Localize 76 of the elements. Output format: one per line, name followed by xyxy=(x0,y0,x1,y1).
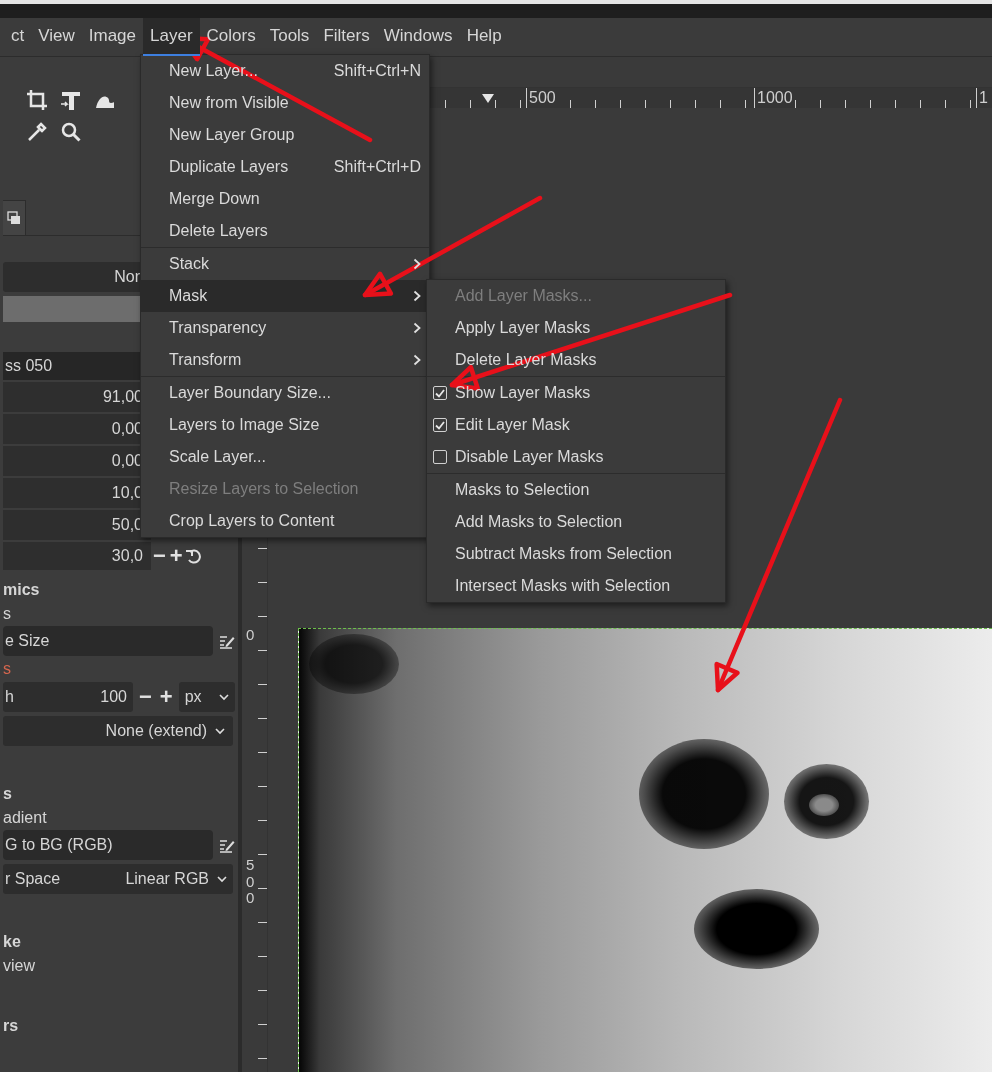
unit-dropdown[interactable]: px xyxy=(178,682,235,712)
dropdown[interactable]: r Space Linear RGB xyxy=(3,864,233,894)
option-label: s xyxy=(3,605,11,623)
unit-value: px xyxy=(184,688,202,706)
option-label: s xyxy=(3,659,11,679)
images-icon xyxy=(7,211,21,225)
chevron-right-icon xyxy=(413,258,421,270)
menu-item[interactable]: Masks to Selection xyxy=(427,474,725,506)
menu-item[interactable]: Edit Layer Mask xyxy=(427,409,725,441)
edit-icon xyxy=(219,633,235,649)
menu-item[interactable]: New Layer Group xyxy=(141,119,429,151)
field-label: h xyxy=(5,688,14,706)
resource-field[interactable]: e Size xyxy=(3,626,213,656)
dropdown[interactable]: None (extend) xyxy=(3,716,233,746)
menu-item[interactable]: Image xyxy=(81,18,144,56)
menu-item[interactable]: Add Masks to Selection xyxy=(427,506,725,538)
menu-item[interactable]: Delete Layers xyxy=(141,215,429,247)
dropdown-value: Nor xyxy=(114,268,140,286)
menu-item[interactable]: Filters xyxy=(316,18,377,56)
menu-item[interactable]: Transparency xyxy=(141,312,429,344)
decrement-button[interactable]: − xyxy=(137,686,154,708)
ruler-label: 1 xyxy=(976,88,988,108)
menu-item[interactable]: Mask xyxy=(141,280,429,312)
chevron-right-icon xyxy=(413,322,421,334)
number-field[interactable]: 30,0 xyxy=(3,542,151,570)
checkbox[interactable] xyxy=(433,418,447,432)
decrement-button[interactable]: − xyxy=(151,545,168,567)
section-heading: rs xyxy=(3,1016,19,1036)
menu-item[interactable]: Disable Layer Masks xyxy=(427,441,725,473)
increment-button[interactable]: + xyxy=(157,686,175,708)
menu-item[interactable]: Intersect Masks with Selection xyxy=(427,570,725,602)
section-heading: ke xyxy=(3,932,21,952)
menu-item[interactable]: Colors xyxy=(199,18,263,56)
menu-item[interactable]: View xyxy=(31,18,82,56)
increment-button[interactable]: + xyxy=(167,545,185,567)
pointer-marker-icon xyxy=(482,94,494,104)
field-value: 100 xyxy=(100,688,127,706)
crop-icon xyxy=(25,88,49,112)
menu-item[interactable]: Duplicate Layers Shift+Ctrl+D xyxy=(141,151,429,183)
section-heading: s xyxy=(3,784,12,804)
menu-item[interactable]: Layer xyxy=(143,18,200,56)
check-icon xyxy=(435,388,445,398)
ruler-label: 1000 xyxy=(754,88,793,108)
menu-item[interactable]: Apply Layer Masks xyxy=(427,312,725,344)
check-icon xyxy=(435,420,445,430)
chevron-right-icon xyxy=(413,354,421,366)
magnifier-icon xyxy=(59,120,83,144)
menu-item[interactable]: Merge Down xyxy=(141,183,429,215)
ruler-label: 500 xyxy=(246,857,256,907)
dropdown-label: r Space xyxy=(5,870,61,888)
option-label: view xyxy=(3,957,35,975)
option-label: adient xyxy=(3,809,47,827)
dropdown-value: Linear RGB xyxy=(125,870,209,888)
resource-field[interactable]: G to BG (RGB) xyxy=(3,830,213,860)
chevron-right-icon xyxy=(413,290,421,302)
chevron-down-icon xyxy=(218,693,229,701)
edit-icon xyxy=(219,837,235,853)
chevron-down-icon xyxy=(215,727,225,735)
slider-bar[interactable] xyxy=(3,296,140,322)
ruler-label: 500 xyxy=(526,88,556,108)
dropdown-value: None (extend) xyxy=(105,722,207,740)
ruler-label: 0 xyxy=(246,627,256,644)
menu-item[interactable]: Windows xyxy=(376,18,460,56)
reset-icon xyxy=(184,548,201,564)
checkbox[interactable] xyxy=(433,450,447,464)
chevron-down-icon xyxy=(217,875,227,883)
menu-item[interactable]: Show Layer Masks xyxy=(427,377,725,409)
menu-item[interactable]: Tools xyxy=(262,18,317,56)
section-heading: mics xyxy=(3,580,40,600)
menu-item[interactable]: ct xyxy=(4,18,32,56)
menu-item[interactable]: New from Visible xyxy=(141,87,429,119)
panel-tab[interactable] xyxy=(3,200,26,235)
menu-item[interactable]: Subtract Masks from Selection xyxy=(427,538,725,570)
size-field[interactable]: h 100 xyxy=(3,682,133,712)
menu-item[interactable]: Help xyxy=(459,18,509,56)
checkbox[interactable] xyxy=(433,386,447,400)
